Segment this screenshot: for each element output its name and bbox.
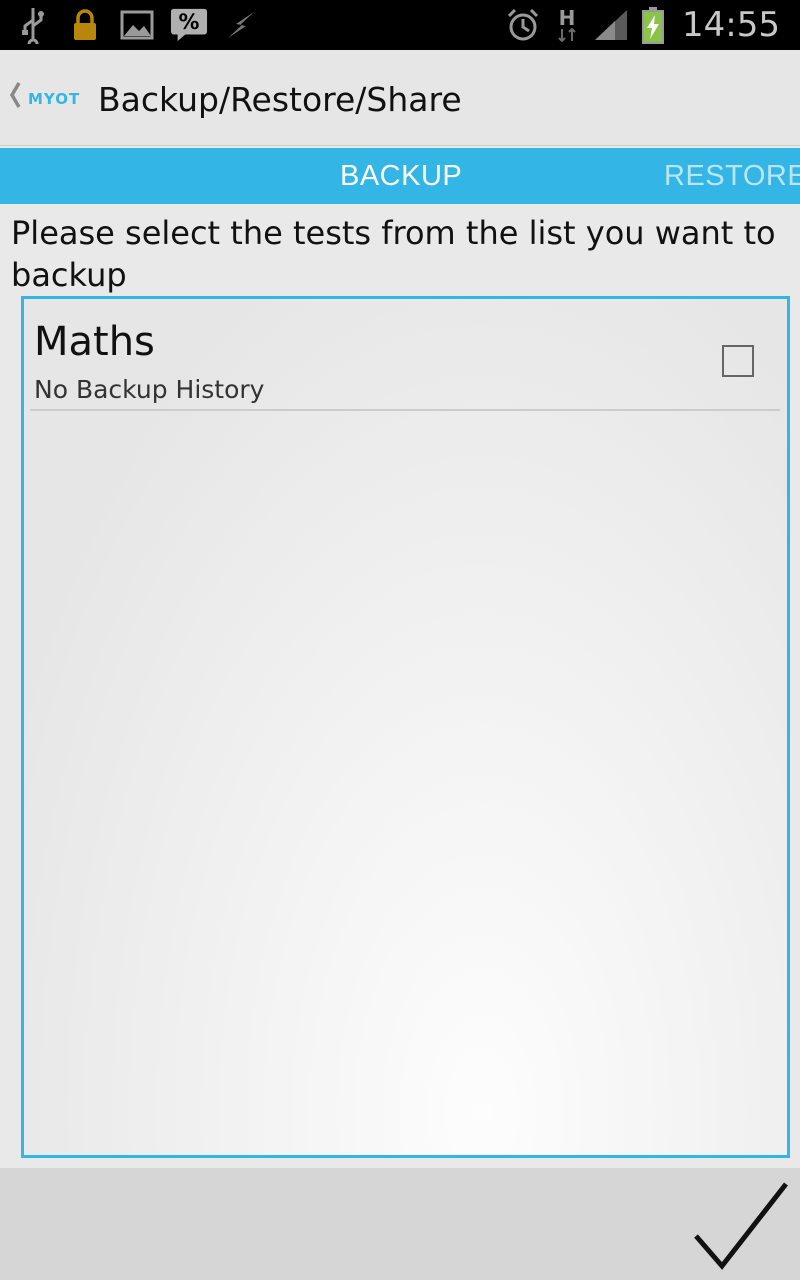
svg-text:%: %: [179, 10, 200, 34]
tab-strip: BACKUP RESTORE: [0, 148, 800, 204]
instruction-text: Please select the tests from the list yo…: [11, 214, 776, 294]
app-logo-icon[interactable]: MYOT: [26, 84, 88, 110]
checkmark-icon: [694, 1182, 788, 1270]
alarm-icon: [504, 6, 542, 44]
network-type-label: H: [558, 6, 576, 30]
network-h-icon: H: [552, 6, 582, 44]
lock-icon: [66, 6, 104, 44]
list-item-title: Maths: [34, 319, 155, 365]
action-bar: MYOT Backup/Restore/Share: [0, 50, 800, 146]
list-item-checkbox[interactable]: [722, 345, 754, 377]
page-title: Backup/Restore/Share: [98, 80, 462, 119]
flash-icon: [222, 6, 260, 44]
battery-charging-icon: [640, 6, 666, 44]
app-logo-text: MYOT: [28, 90, 80, 108]
tests-list[interactable]: Maths No Backup History: [21, 296, 790, 1158]
clock-time: 14:55: [682, 5, 780, 45]
percent-icon: %: [170, 6, 208, 44]
list-item-subtitle: No Backup History: [34, 375, 265, 404]
usb-icon: [14, 6, 52, 44]
image-icon: [118, 6, 156, 44]
status-bar: % H 14:55: [0, 0, 800, 50]
signal-icon: [592, 6, 630, 44]
list-item[interactable]: Maths No Backup History: [30, 313, 780, 411]
back-chevron-icon[interactable]: [8, 80, 22, 110]
tab-restore[interactable]: RESTORE: [664, 160, 800, 193]
bottom-bar: [0, 1168, 800, 1280]
confirm-button[interactable]: [690, 1178, 790, 1276]
tab-backup[interactable]: BACKUP: [340, 160, 462, 193]
